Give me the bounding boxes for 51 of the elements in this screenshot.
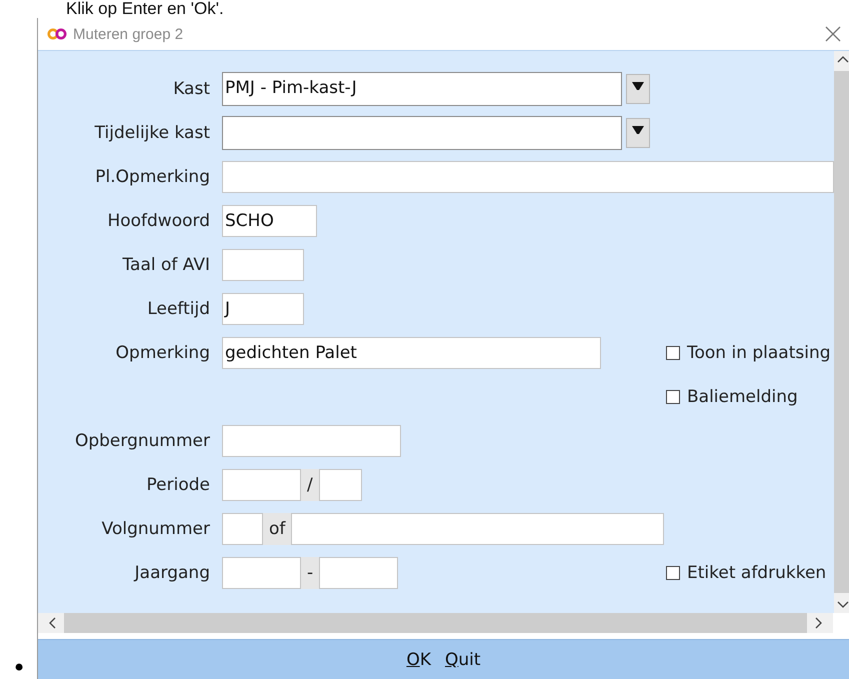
dropdown-button[interactable] (626, 118, 650, 148)
field-label: Hoofdwoord (107, 211, 210, 231)
caret-icon (632, 81, 644, 91)
checkbox-label: Etiket afdrukken (687, 563, 826, 583)
dialog-button[interactable]: Quit (444, 648, 481, 672)
field-label: Leeftijd (147, 299, 210, 319)
separator-text: of (268, 519, 287, 539)
separator-text: - (306, 563, 314, 583)
input-field[interactable]: J (222, 293, 304, 325)
scroll-down-icon[interactable] (836, 601, 848, 609)
input-field[interactable] (222, 249, 304, 281)
input-field[interactable] (319, 557, 398, 589)
input-field[interactable] (291, 513, 664, 545)
caret-icon (632, 125, 644, 135)
scroll-up-icon[interactable] (836, 55, 848, 63)
field-label: Taal of AVI (122, 255, 210, 275)
input-field[interactable] (318, 469, 362, 501)
input-field[interactable] (222, 513, 263, 545)
dropdown-field[interactable] (222, 116, 622, 150)
close-icon[interactable] (825, 26, 841, 42)
separator-text: / (306, 475, 314, 495)
checkbox[interactable] (666, 390, 680, 404)
checkbox[interactable] (666, 346, 680, 360)
window-title: Muteren groep 2 (73, 26, 184, 42)
scroll-right-icon[interactable] (815, 617, 823, 629)
vertical-scrollbar[interactable] (834, 51, 849, 613)
input-field[interactable]: gedichten Palet (222, 337, 601, 369)
dropdown-field[interactable]: PMJ - Pim-kast-J (222, 72, 622, 106)
input-field[interactable] (222, 469, 301, 501)
dropdown-button[interactable] (626, 74, 650, 104)
field-label: Opbergnummer (74, 431, 210, 451)
input-field[interactable] (222, 425, 401, 457)
field-label: Volgnummer (102, 519, 210, 539)
field-label: Opmerking (116, 343, 210, 363)
dialog-button[interactable]: OK (406, 648, 431, 672)
field-label: Tijdelijke kast (94, 123, 210, 143)
field-label: Pl.Opmerking (95, 167, 210, 187)
input-field[interactable] (222, 557, 301, 589)
checkbox[interactable] (666, 566, 680, 580)
input-field[interactable] (222, 161, 834, 193)
checkbox-label: Baliemelding (687, 387, 798, 407)
field-label: Periode (146, 475, 210, 495)
input-field[interactable]: SCHO (222, 205, 317, 237)
list-bullet: • (12, 656, 26, 679)
checkbox-label: Toon in plaatsing (687, 343, 831, 363)
field-label: Kast (173, 79, 210, 99)
horizontal-scrollbar[interactable] (38, 613, 833, 633)
field-label: Jaargang (134, 563, 210, 583)
logo-icon (47, 28, 67, 40)
instruction-text: Klik op Enter en 'Ok'. (66, 0, 224, 18)
scroll-left-icon[interactable] (48, 617, 56, 629)
